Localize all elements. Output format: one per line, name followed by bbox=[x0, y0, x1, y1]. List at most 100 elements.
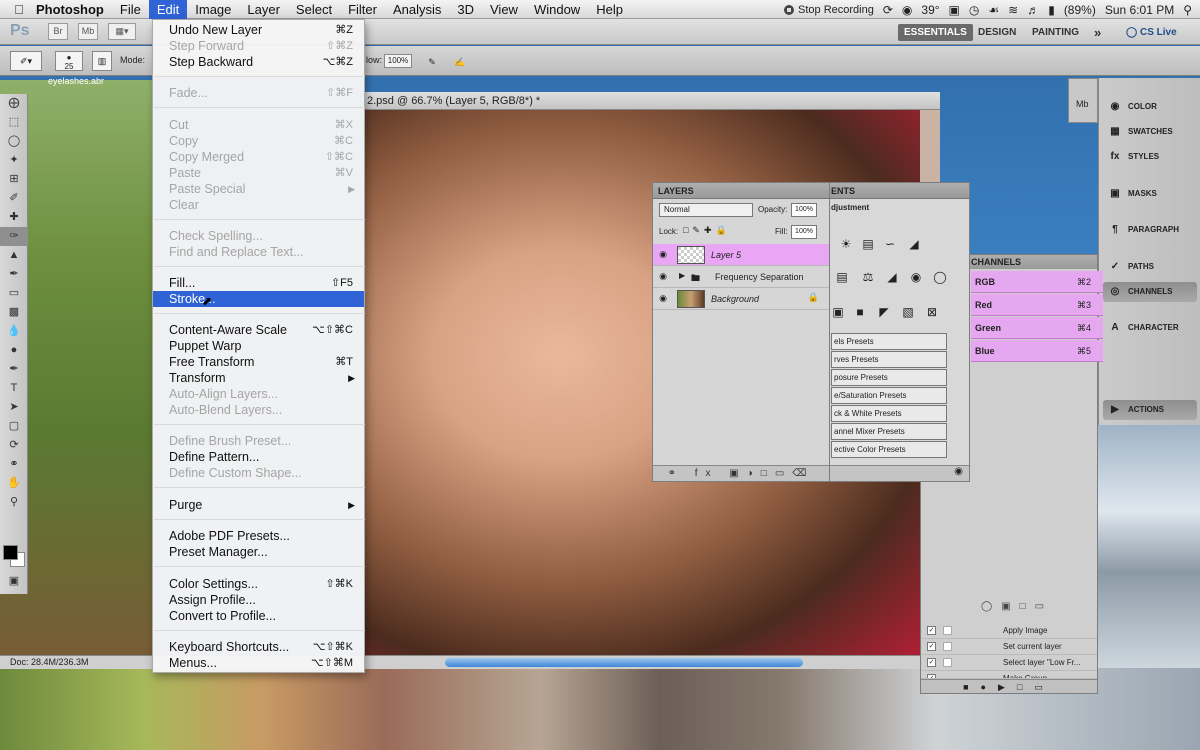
document-tab[interactable]: 2.psd @ 66.7% (Layer 5, RGB/8*) * bbox=[365, 92, 940, 110]
lasso-tool-icon[interactable]: ◯ bbox=[0, 132, 28, 151]
tablet-pressure-icon[interactable]: ✍ bbox=[452, 53, 468, 69]
pen-tool-icon[interactable]: ✒ bbox=[0, 360, 28, 379]
menu-item-paste[interactable]: Paste ⌘V bbox=[153, 165, 364, 181]
menu-item-preset-manager[interactable]: Preset Manager... bbox=[153, 544, 364, 560]
menu-item-auto-align[interactable]: Auto-Align Layers... bbox=[153, 386, 364, 402]
brush-size-picker[interactable]: ● 25 bbox=[55, 51, 83, 71]
skype-icon[interactable]: ◉ bbox=[902, 3, 912, 17]
layer-row-frequency-separation[interactable]: ◉ ▶ 🖿 Frequency Separation bbox=[653, 266, 829, 288]
dialog-toggle[interactable] bbox=[943, 658, 952, 667]
lock-icons[interactable]: □✎✚🔒 bbox=[683, 225, 731, 236]
action-check[interactable]: ✓ bbox=[927, 658, 936, 667]
channel-row-red[interactable]: Red ⌘3 bbox=[971, 294, 1103, 316]
stop-recording-button[interactable]: Stop Recording bbox=[784, 4, 874, 16]
color-swatches[interactable] bbox=[3, 545, 25, 567]
menu-item-puppet-warp[interactable]: Puppet Warp bbox=[153, 338, 364, 354]
menu-item-undo[interactable]: Undo New Layer ⌘Z bbox=[153, 22, 364, 38]
mini-bridge-button[interactable]: Mb bbox=[78, 23, 98, 40]
type-tool-icon[interactable]: T bbox=[0, 379, 28, 398]
wifi-icon[interactable]: ≋ bbox=[1008, 3, 1018, 17]
airbrush-icon[interactable]: ✎ bbox=[424, 53, 440, 69]
menu-view[interactable]: View bbox=[482, 0, 526, 19]
menu-filter[interactable]: Filter bbox=[340, 0, 385, 19]
adjustments-footer-icon[interactable]: ◉ bbox=[829, 465, 969, 481]
action-step[interactable]: ✓ Make Group bbox=[921, 671, 1097, 679]
menu-item-define-custom-shape[interactable]: Define Custom Shape... bbox=[153, 465, 364, 481]
move-tool-icon[interactable]: ⨁ bbox=[0, 94, 28, 113]
gradient-map-icon[interactable]: ▧ bbox=[899, 303, 917, 321]
menu-item-content-aware-scale[interactable]: Content-Aware Scale ⌥⇧⌘C bbox=[153, 322, 364, 338]
action-check[interactable]: ✓ bbox=[927, 642, 936, 651]
channel-row-blue[interactable]: Blue ⌘5 bbox=[971, 340, 1103, 362]
menu-select[interactable]: Select bbox=[288, 0, 340, 19]
channel-row-rgb[interactable]: RGB ⌘2 bbox=[971, 271, 1103, 293]
crop-tool-icon[interactable]: ⊞ bbox=[0, 170, 28, 189]
blur-tool-icon[interactable]: 💧 bbox=[0, 322, 28, 341]
3d-rotate-tool-icon[interactable]: ⟳ bbox=[0, 436, 28, 455]
posterize-icon[interactable]: ■ bbox=[851, 303, 869, 321]
eraser-tool-icon[interactable]: ▭ bbox=[0, 284, 28, 303]
battery-icon[interactable]: ▮ bbox=[1048, 3, 1055, 17]
dock-masks[interactable]: ▣ MASKS bbox=[1103, 184, 1197, 204]
channel-row-green[interactable]: Green ⌘4 bbox=[971, 317, 1103, 339]
workspace-design[interactable]: DESIGN bbox=[972, 24, 1022, 41]
levels-icon[interactable]: ▤ bbox=[859, 235, 877, 253]
dialog-toggle[interactable] bbox=[943, 626, 952, 635]
menu-item-fill[interactable]: Fill... ⇧F5 bbox=[153, 275, 364, 291]
eye-icon[interactable]: ◉ bbox=[657, 271, 669, 282]
quick-select-tool-icon[interactable]: ✦ bbox=[0, 151, 28, 170]
eye-icon[interactable]: ◉ bbox=[657, 249, 669, 260]
menu-layer[interactable]: Layer bbox=[239, 0, 288, 19]
brush-tool-icon[interactable]: ✑ bbox=[0, 227, 28, 246]
timemachine-icon[interactable]: ◷ bbox=[969, 3, 979, 17]
healing-brush-tool-icon[interactable]: ✚ bbox=[0, 208, 28, 227]
preset-selective-color[interactable]: ective Color Presets bbox=[831, 441, 947, 458]
menu-3d[interactable]: 3D bbox=[449, 0, 482, 19]
menu-item-step-forward[interactable]: Step Forward ⇧⌘Z bbox=[153, 38, 364, 54]
clock[interactable]: Sun 6:01 PM bbox=[1105, 3, 1174, 17]
dialog-toggle[interactable] bbox=[943, 642, 952, 651]
shape-tool-icon[interactable]: ▢ bbox=[0, 417, 28, 436]
menu-item-menus[interactable]: Menus... ⌥⇧⌘M bbox=[153, 655, 364, 671]
view-extras-icon[interactable]: ▦▾ bbox=[108, 23, 136, 40]
menu-item-keyboard-shortcuts[interactable]: Keyboard Shortcuts... ⌥⇧⌘K bbox=[153, 639, 364, 655]
layer-thumbnail[interactable] bbox=[677, 246, 705, 264]
dock-color[interactable]: ◉ COLOR bbox=[1103, 97, 1197, 117]
gradient-tool-icon[interactable]: ▩ bbox=[0, 303, 28, 322]
selective-color-icon[interactable]: ⊠ bbox=[923, 303, 941, 321]
curves-icon[interactable]: ∽ bbox=[881, 235, 899, 253]
menu-file[interactable]: File bbox=[112, 0, 149, 19]
eye-icon[interactable]: ◉ bbox=[657, 293, 669, 304]
dock-styles[interactable]: fx STYLES bbox=[1103, 147, 1197, 167]
opacity-input[interactable]: 100% bbox=[791, 203, 817, 217]
menu-item-cut[interactable]: Cut ⌘X bbox=[153, 117, 364, 133]
menu-item-clear[interactable]: Clear bbox=[153, 197, 364, 213]
color-balance-icon[interactable]: ⚖ bbox=[859, 268, 877, 286]
dock-paragraph[interactable]: ¶ PARAGRAPH bbox=[1103, 220, 1197, 240]
scrollbar-thumb[interactable] bbox=[445, 658, 803, 667]
menu-item-fade[interactable]: Fade... ⇧⌘F bbox=[153, 85, 364, 101]
cs-live-button[interactable]: ◯ CS Live bbox=[1120, 24, 1183, 41]
menu-item-step-backward[interactable]: Step Backward ⌥⌘Z bbox=[153, 54, 364, 70]
menu-edit[interactable]: Edit bbox=[148, 0, 188, 19]
bluetooth-icon[interactable]: ☙ bbox=[988, 3, 999, 17]
workspace-painting[interactable]: PAINTING bbox=[1026, 24, 1085, 41]
preset-black-white[interactable]: ck & White Presets bbox=[831, 405, 947, 422]
preset-exposure[interactable]: posure Presets bbox=[831, 369, 947, 386]
dock-channels[interactable]: ◎ CHANNELS bbox=[1103, 282, 1197, 302]
spotlight-icon[interactable]: ⚲ bbox=[1183, 3, 1192, 17]
display-icon[interactable]: ▣ bbox=[949, 3, 960, 17]
menu-item-paste-special[interactable]: Paste Special ▶ bbox=[153, 181, 364, 197]
volume-icon[interactable]: ♬ bbox=[1027, 3, 1039, 17]
temperature-readout[interactable]: 39° bbox=[921, 3, 939, 17]
action-step[interactable]: ✓ Apply Image bbox=[921, 623, 1097, 639]
zoom-tool-icon[interactable]: ⚲ bbox=[0, 493, 28, 512]
menu-item-pdf-presets[interactable]: Adobe PDF Presets... bbox=[153, 528, 364, 544]
flow-input[interactable]: 100% bbox=[384, 54, 412, 68]
menu-item-assign-profile[interactable]: Assign Profile... bbox=[153, 592, 364, 608]
action-check[interactable]: ✓ bbox=[927, 626, 936, 635]
action-step[interactable]: ✓ Set current layer bbox=[921, 639, 1097, 655]
menu-photoshop[interactable]: Photoshop bbox=[28, 0, 112, 19]
menu-item-copy-merged[interactable]: Copy Merged ⇧⌘C bbox=[153, 149, 364, 165]
bridge-button[interactable]: Br bbox=[48, 23, 68, 40]
